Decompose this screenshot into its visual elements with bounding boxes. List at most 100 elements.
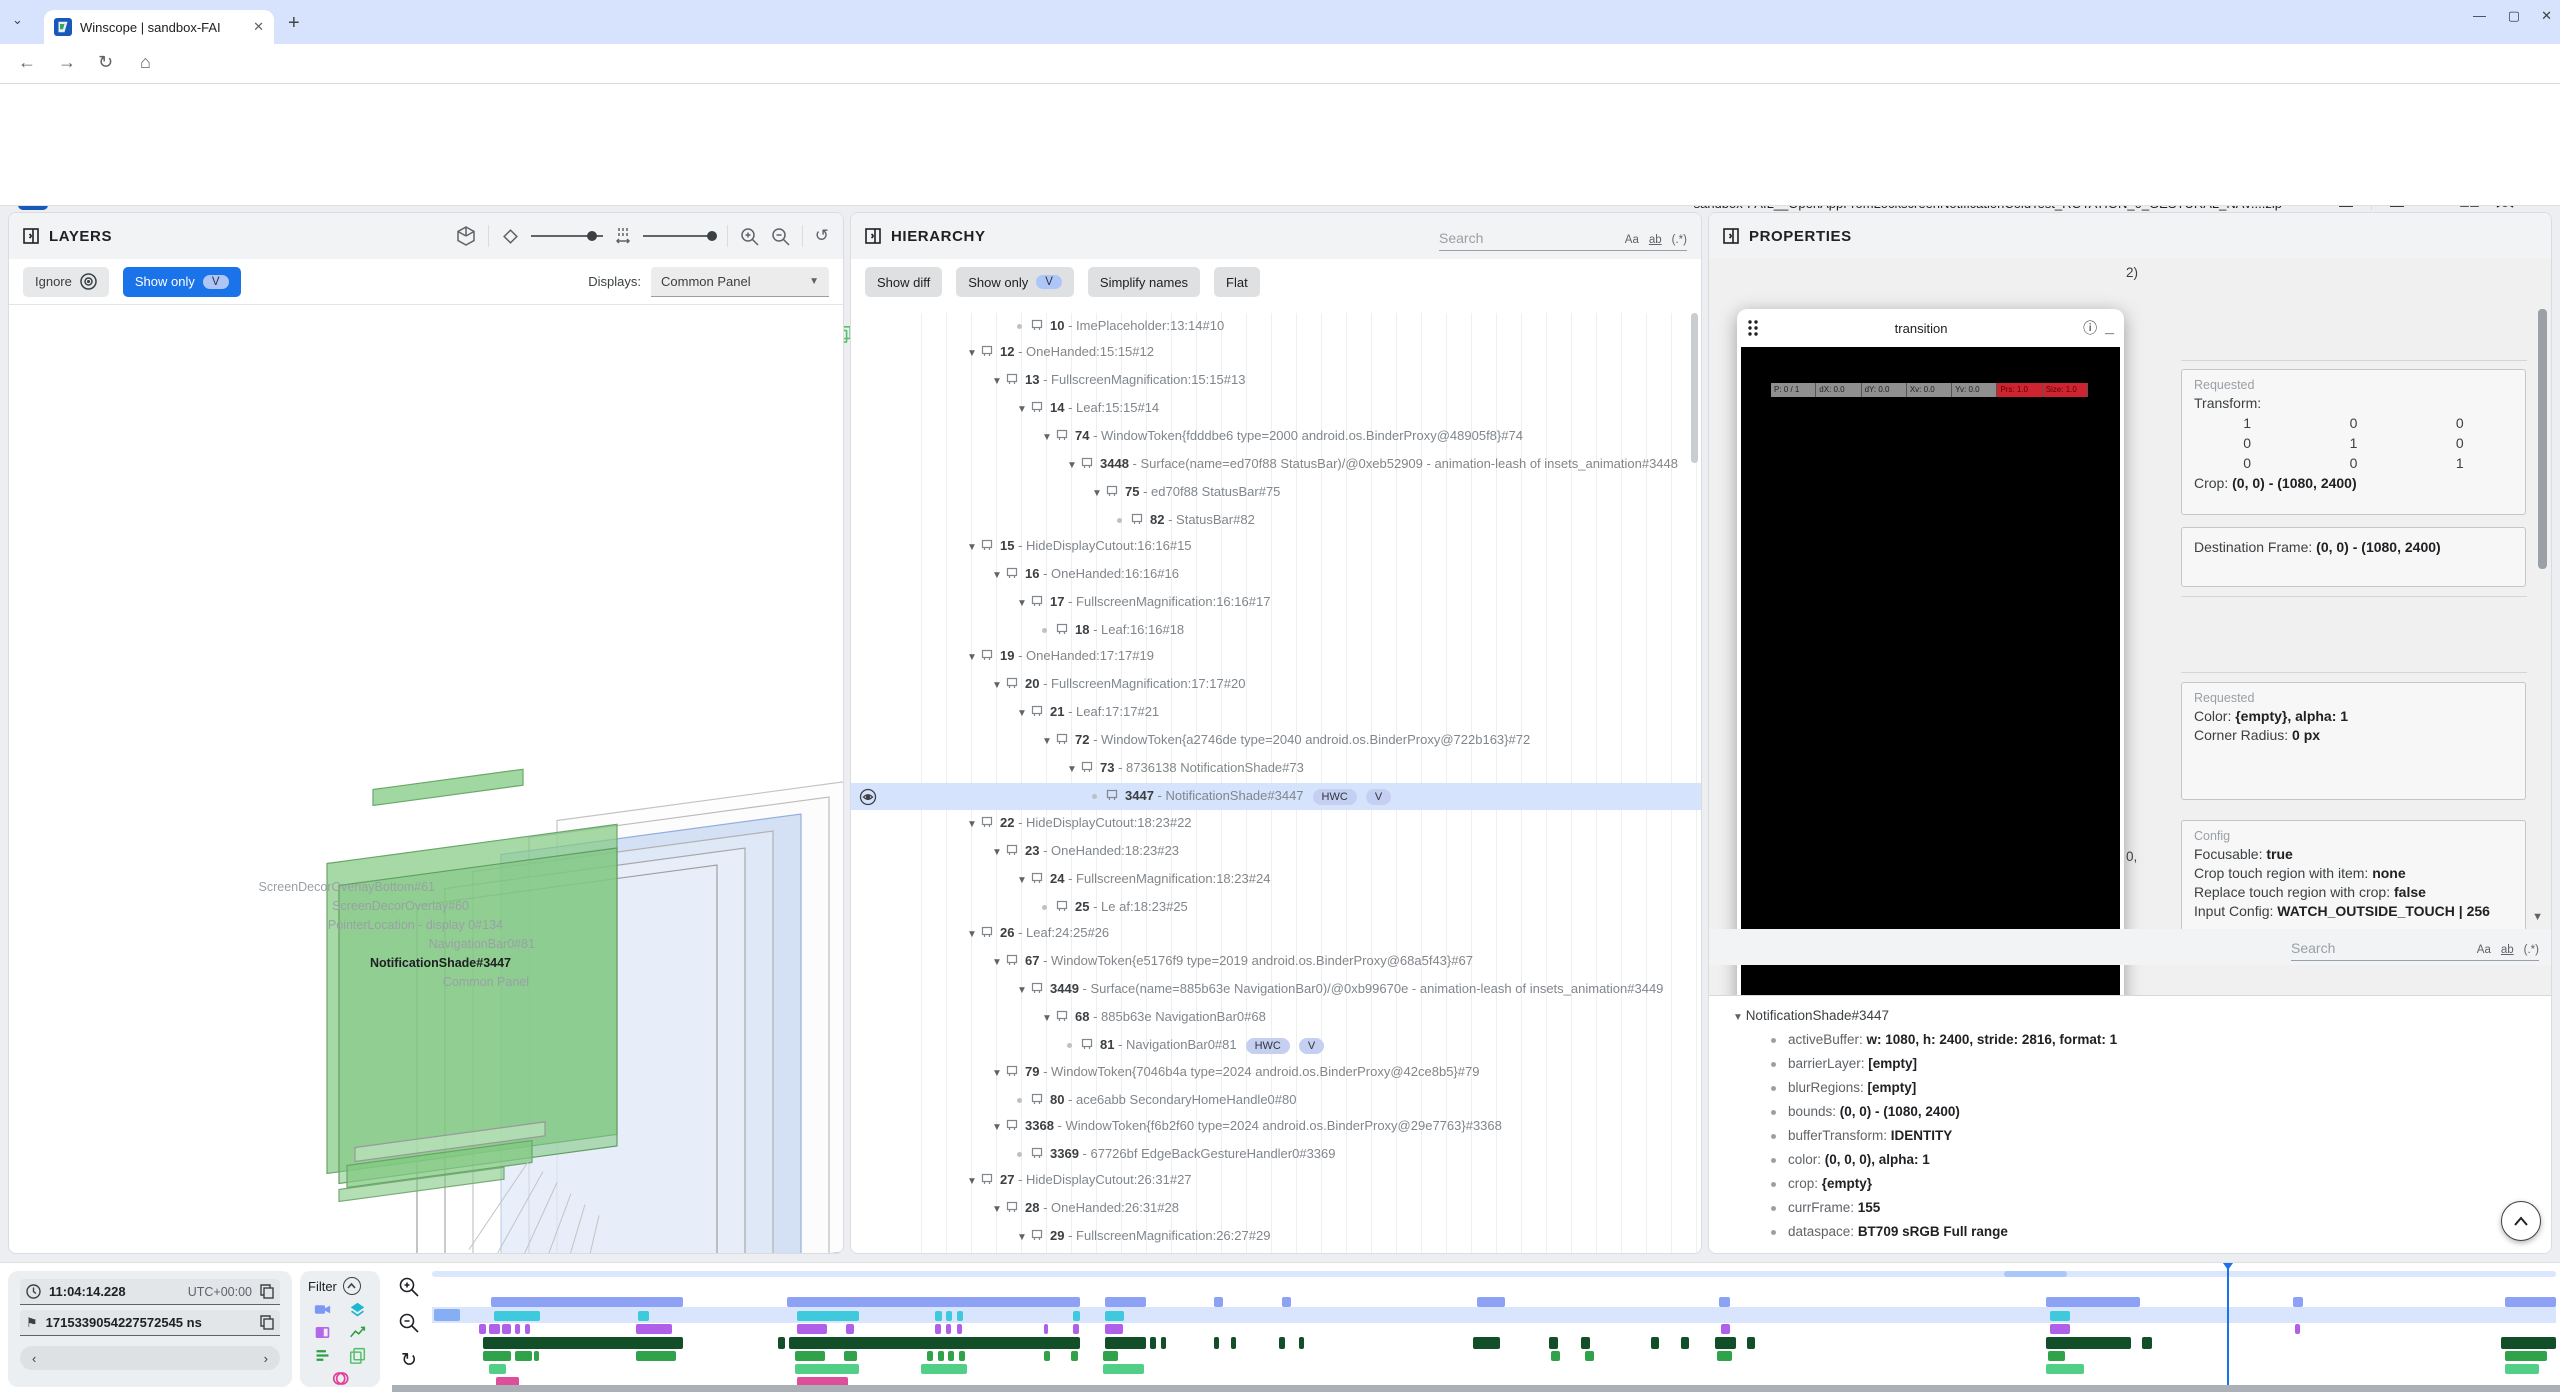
minimize-overlay-icon[interactable]: _ — [2105, 319, 2114, 337]
home-icon[interactable]: ⌂ — [140, 52, 151, 73]
screen-recording-event[interactable] — [787, 1297, 1080, 1307]
protolog-event[interactable] — [636, 1351, 676, 1361]
filter-camera-icon[interactable] — [314, 1301, 331, 1318]
tab-close-icon[interactable]: ✕ — [253, 19, 264, 35]
protolog-event[interactable] — [1071, 1351, 1077, 1361]
new-tab-button[interactable]: + — [288, 12, 300, 35]
tree-node-21[interactable]: ▼21 - Leaf:17:17#21 — [851, 699, 1701, 727]
filter-listlines-icon[interactable] — [314, 1347, 331, 1364]
property-item-barrierLayer[interactable]: barrierLayer: [empty] — [1771, 1056, 2551, 1071]
transactions-event[interactable] — [2046, 1337, 2131, 1349]
transactions-event[interactable] — [1299, 1337, 1304, 1349]
window-manager-event[interactable] — [2295, 1324, 2300, 1334]
collapse-filter-icon[interactable] — [343, 1277, 361, 1295]
properties-match-tools[interactable]: Aaab(.*) — [2477, 944, 2539, 956]
filter-rings-icon[interactable] — [332, 1370, 349, 1387]
property-item-crop[interactable]: crop: {empty} — [1771, 1176, 2551, 1191]
regex-toggle[interactable]: (.*) — [1672, 234, 1687, 246]
window-minimize-button[interactable]: — — [2473, 8, 2486, 23]
tree-node-73[interactable]: ▼73 - 8736138 NotificationShade#73 — [851, 755, 1701, 783]
transactions-event[interactable] — [1161, 1337, 1166, 1349]
tree-node-12[interactable]: ▼12 - OneHanded:15:15#12 — [851, 339, 1701, 367]
window-manager-event[interactable] — [1105, 1324, 1123, 1334]
filter-window-icon[interactable] — [314, 1324, 331, 1341]
tree-node-72[interactable]: ▼72 - WindowToken{a2746de type=2040 andr… — [851, 727, 1701, 755]
protolog-event[interactable] — [534, 1351, 539, 1361]
transactions-event[interactable] — [1747, 1337, 1755, 1349]
protolog-event[interactable] — [1103, 1351, 1118, 1361]
screen-recording-event[interactable] — [1105, 1297, 1145, 1307]
properties-detail-tree[interactable]: ▼ NotificationShade#3447 activeBuffer: w… — [1709, 996, 2551, 1253]
tree-node-17[interactable]: ▼17 - FullscreenMagnification:16:16#17 — [851, 589, 1701, 617]
window-manager-event[interactable] — [502, 1324, 510, 1334]
properties-search-field[interactable]: Search Aaab(.*) — [2291, 931, 2539, 961]
tree-node-3448[interactable]: ▼3448 - Surface(name=ed70f88 StatusBar)/… — [851, 451, 1701, 479]
surface-flinger-event[interactable] — [494, 1311, 541, 1321]
timeline-overview-strip[interactable] — [432, 1271, 2556, 1277]
tree-node-3449[interactable]: ▼3449 - Surface(name=885b63e NavigationB… — [851, 976, 1701, 1004]
surface-flinger-event[interactable] — [957, 1311, 963, 1321]
collapse-panel-icon[interactable] — [1723, 228, 1739, 244]
tree-node-3447[interactable]: 3447 - NotificationShade#3447HWCV — [851, 783, 1701, 810]
protolog-event[interactable] — [927, 1351, 933, 1361]
timeline-reset-zoom-icon[interactable]: ↻ — [401, 1349, 417, 1372]
drag-handle-icon[interactable] — [1747, 319, 1759, 337]
view-capture-event[interactable] — [489, 1364, 506, 1374]
window-maximize-button[interactable]: ▢ — [2508, 8, 2520, 24]
tree-node-19[interactable]: ▼19 - OneHanded:17:17#19 — [851, 643, 1701, 671]
view-capture-event[interactable] — [795, 1364, 859, 1374]
surface-flinger-event[interactable] — [2050, 1311, 2069, 1321]
forward-icon[interactable]: → — [58, 52, 76, 73]
protolog-event[interactable] — [1044, 1351, 1050, 1361]
tree-node-24[interactable]: ▼24 - FullscreenMagnification:18:23#24 — [851, 866, 1701, 894]
timeline-tracks[interactable] — [432, 1263, 2556, 1387]
property-item-dataspace[interactable]: dataspace: BT709 sRGB Full range — [1771, 1224, 2551, 1239]
window-manager-event[interactable] — [935, 1324, 940, 1334]
transactions-event[interactable] — [1231, 1337, 1236, 1349]
tree-node-26[interactable]: ▼26 - Leaf:24:25#26 — [851, 920, 1701, 948]
window-manager-event[interactable] — [1044, 1324, 1048, 1334]
match-word-toggle[interactable]: ab — [1649, 234, 1662, 246]
tree-node-30[interactable]: 30 - Leaf:26:27#30 — [851, 1251, 1701, 1253]
layers-hierarchy-tree[interactable]: 10 - ImePlaceholder:13:14#10▼12 - OneHan… — [851, 313, 1701, 1253]
property-item-bounds[interactable]: bounds: (0, 0) - (1080, 2400) — [1771, 1104, 2551, 1119]
window-manager-event[interactable] — [479, 1324, 486, 1334]
layer-rect[interactable] — [373, 769, 523, 805]
surface-flinger-event[interactable] — [946, 1311, 952, 1321]
property-item-currFrame[interactable]: currFrame: 155 — [1771, 1200, 2551, 1215]
timeline-zoom-in-icon[interactable] — [399, 1277, 419, 1297]
collapse-panel-icon[interactable] — [865, 228, 881, 244]
transactions-event[interactable] — [1150, 1337, 1156, 1349]
protolog-event[interactable] — [1717, 1351, 1732, 1361]
transactions-event[interactable] — [1681, 1337, 1689, 1349]
tree-node-16[interactable]: ▼16 - OneHanded:16:16#16 — [851, 561, 1701, 589]
layers-3d-scene[interactable]: ScreenDecorOverlayBottom#61ScreenDecorOv… — [17, 518, 844, 1254]
info-icon[interactable]: ⓘ — [2083, 318, 2097, 338]
tree-node-27[interactable]: ▼27 - HideDisplayCutout:26:31#27 — [851, 1167, 1701, 1195]
tree-node-18[interactable]: 18 - Leaf:16:16#18 — [851, 617, 1701, 643]
surface-flinger-event[interactable] — [797, 1311, 859, 1321]
tree-node-28[interactable]: ▼28 - OneHanded:26:31#28 — [851, 1195, 1701, 1223]
tree-node-3369[interactable]: 3369 - 67726bf EdgeBackGestureHandler0#3… — [851, 1141, 1701, 1167]
show-only-button[interactable]: Show onlyV — [956, 267, 1074, 297]
scroll-down-icon[interactable]: ▼ — [2532, 911, 2543, 923]
tree-node-23[interactable]: ▼23 - OneHanded:18:23#23 — [851, 838, 1701, 866]
tree-node-74[interactable]: ▼74 - WindowToken{fdddbe6 type=2000 andr… — [851, 423, 1701, 451]
flat-button[interactable]: Flat — [1214, 267, 1260, 297]
protolog-event[interactable] — [938, 1351, 944, 1361]
protolog-event[interactable] — [948, 1351, 954, 1361]
surface-flinger-event[interactable] — [1105, 1311, 1124, 1321]
transactions-event[interactable] — [1549, 1337, 1557, 1349]
overview-thumb[interactable] — [2004, 1271, 2068, 1277]
copy-time-icon[interactable] — [260, 1284, 274, 1299]
tree-node-3368[interactable]: ▼3368 - WindowToken{f6b2f60 type=2024 an… — [851, 1113, 1701, 1141]
screen-recording-event[interactable] — [1477, 1297, 1505, 1307]
screen-recording-event[interactable] — [1719, 1297, 1730, 1307]
protolog-event[interactable] — [2505, 1351, 2547, 1361]
view-capture-event[interactable] — [1103, 1364, 1143, 1374]
transactions-event[interactable] — [2142, 1337, 2153, 1349]
protolog-event[interactable] — [795, 1351, 825, 1361]
transactions-event[interactable] — [2501, 1337, 2556, 1349]
hierarchy-match-tools[interactable]: Aaab(.*) — [1625, 234, 1687, 246]
visibility-eye-icon[interactable] — [859, 788, 877, 806]
